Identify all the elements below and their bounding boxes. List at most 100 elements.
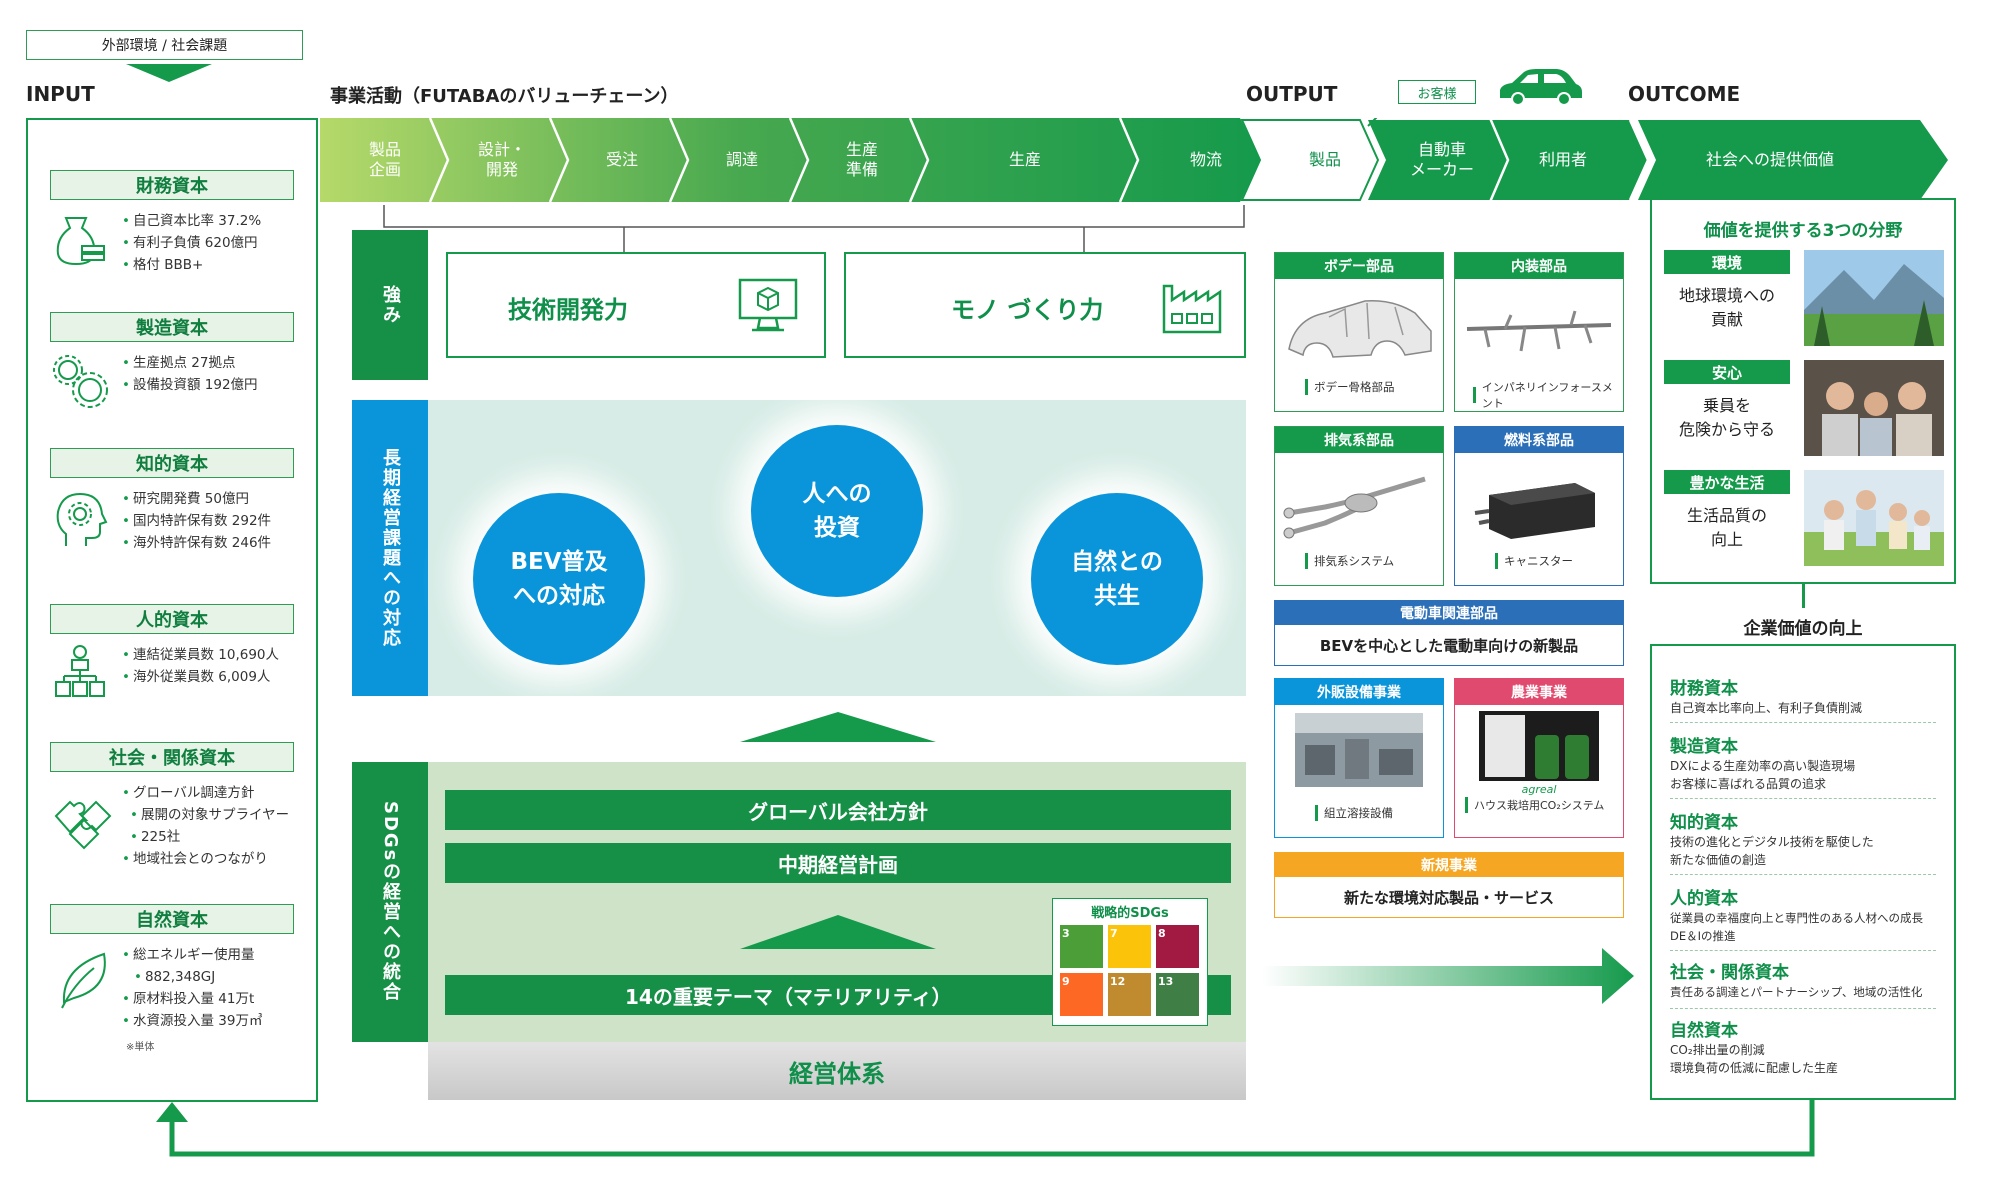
- capital-item: 格付 BBB+: [122, 254, 261, 276]
- capital-item: 展開の対象サプライヤー: [122, 804, 294, 826]
- product-new-business: 新規事業 新たな環境対応製品・サービス: [1274, 852, 1624, 918]
- agreal-logo: agreal: [1521, 783, 1557, 796]
- global-policy-bar: グローバル会社方針: [445, 790, 1231, 830]
- human-investment-circle: 人への 投資: [751, 425, 923, 597]
- factory-icon: [1162, 284, 1222, 334]
- product-ev: 電動車関連部品 BEVを中心とした電動車向けの新製品: [1274, 600, 1624, 666]
- value-fields-title: 価値を提供する3つの分野: [1703, 221, 1903, 241]
- chain-step-design: 設計・ 開発: [477, 140, 526, 179]
- value-item-environment: 環境 地球環境への 貢献: [1664, 250, 1944, 346]
- tech-strength-box: 技術開発力: [446, 252, 826, 358]
- capital-item: 225社: [122, 826, 294, 848]
- outcome-heading: OUTCOME: [1628, 82, 1741, 106]
- product-caption: ボデー骨格部品: [1275, 379, 1443, 395]
- nature-circle: 自然との 共生: [1031, 493, 1203, 665]
- mountain-photo: [1804, 250, 1944, 346]
- value-item-safety: 安心 乗員を 危険から守る: [1664, 360, 1944, 456]
- capital-item: 研究開発費 50億円: [122, 488, 271, 510]
- capital-item: 882,348GJ: [122, 966, 294, 988]
- corp-item-financial: 財務資本 自己資本比率向上、有利子負債削減: [1670, 679, 1863, 715]
- capital-title: 社会・関係資本: [50, 742, 294, 772]
- external-environment-label: 外部環境 / 社会課題: [26, 30, 303, 60]
- capital-natural: 自然資本 総エネルギー使用量 882,348GJ 原材料投入量 41万t 水資源…: [50, 904, 294, 1053]
- product-fuel: 燃料系部品 キャニスター: [1454, 426, 1624, 586]
- corp-value-title: 企業価値の向上: [1743, 619, 1863, 639]
- gears-icon: [53, 355, 108, 408]
- capital-human: 人的資本 連結従業員数 10,690人 海外従業員数 6,009人: [50, 604, 294, 697]
- sdg-goal-8: 8: [1156, 925, 1199, 968]
- chain-step-automaker: 自動車 メーカー: [1409, 140, 1474, 179]
- activity-heading: 事業活動（FUTABAのバリューチェーン）: [330, 86, 679, 107]
- corp-item-human: 人的資本 従業員の幸福度向上と専門性のある人材への成長 DE＆Iの推進: [1670, 889, 1923, 943]
- capital-social: 社会・関係資本 グローバル調達方針 展開の対象サプライヤー 225社 地域社会と…: [50, 742, 294, 867]
- capital-title: 製造資本: [50, 312, 294, 342]
- product-exhaust: 排気系部品 排気系システム: [1274, 426, 1444, 586]
- sdg-goal-7: 7: [1108, 925, 1151, 968]
- strength-bracket: [383, 205, 1245, 253]
- family-in-car-photo: [1804, 360, 1944, 456]
- corp-divider: [1670, 1008, 1936, 1009]
- up-arrow-icon: [740, 712, 936, 742]
- capital-title: 知的資本: [50, 448, 294, 478]
- corp-item-social: 社会・関係資本 責任ある調達とパートナーシップ、地域の活性化: [1670, 963, 1923, 999]
- capital-intellectual: 知的資本 研究開発費 50億円 国内特許保有数 292件 海外特許保有数 246…: [50, 448, 294, 551]
- product-external-equipment: 外販設備事業 組立溶接設備: [1274, 678, 1444, 838]
- chain-step-user: 利用者: [1538, 150, 1587, 169]
- manufacturing-strength-box: モノ づくり力: [844, 252, 1246, 358]
- capital-item: グローバル調達方針: [122, 782, 294, 804]
- capital-title: 自然資本: [50, 904, 294, 934]
- long-term-label: 長期経営課題への対応: [352, 400, 428, 696]
- corp-divider: [1670, 950, 1936, 951]
- manufacturing-strength-text: モノ づくり力: [951, 296, 1104, 324]
- up-arrow-small-icon: [740, 915, 936, 949]
- product-agriculture: 農業事業 agreal ハウス栽培用CO₂システム: [1454, 678, 1624, 838]
- sdg-goal-9: 9: [1060, 973, 1103, 1016]
- chain-step-prep: 生産 準備: [845, 140, 878, 179]
- strategic-sdgs-title: 戦略的SDGs: [1091, 906, 1169, 921]
- car-icon: [1500, 69, 1582, 106]
- head-gear-icon: [56, 492, 108, 546]
- input-heading: INPUT: [26, 82, 95, 106]
- capital-item: 自己資本比率 37.2%: [122, 210, 261, 232]
- customer-tag: お客様: [1398, 80, 1476, 104]
- capital-title: 人的資本: [50, 604, 294, 634]
- exhaust-system-illustration: [1283, 476, 1426, 539]
- chain-step-procure: 調達: [725, 150, 758, 169]
- down-arrow-icon: [126, 64, 212, 82]
- body-frame-illustration: [1288, 300, 1432, 358]
- product-body: ボデー部品 ボデー骨格部品: [1274, 252, 1444, 412]
- product-caption: キャニスター: [1455, 553, 1623, 569]
- strength-label: 強み: [352, 230, 428, 380]
- output-heading: OUTPUT: [1246, 82, 1338, 106]
- capital-item: 連結従業員数 10,690人: [122, 644, 279, 666]
- management-system-base: 経営体系: [428, 1042, 1246, 1100]
- co2-system-photo: [1479, 711, 1599, 781]
- chain-step-logistics: 物流: [1189, 150, 1222, 169]
- leaf-icon: [61, 952, 106, 1009]
- capital-item: 水資源投入量 39万㎥: [122, 1010, 294, 1032]
- sdgs-label: SDGsの経営への統合: [352, 762, 428, 1042]
- capital-item: 海外従業員数 6,009人: [122, 666, 279, 688]
- instrument-panel-illustration: [1466, 310, 1612, 352]
- strategic-sdgs-box: 戦略的SDGs 3 7 8 9 12 13: [1052, 898, 1208, 1026]
- family-outdoor-photo: [1804, 470, 1944, 566]
- connector-line: [1802, 584, 1805, 608]
- canister-illustration: [1474, 483, 1595, 539]
- product-interior: 内装部品 インパネリインフォースメント: [1454, 252, 1624, 412]
- capital-item: 国内特許保有数 292件: [122, 510, 271, 532]
- product-caption: インパネリインフォースメント: [1455, 379, 1623, 411]
- product-caption: 組立溶接設備: [1275, 805, 1443, 821]
- chain-step-product: 製品: [1308, 150, 1341, 169]
- chain-step-order: 受注: [605, 150, 638, 169]
- capital-item: 有利子負債 620億円: [122, 232, 261, 254]
- capital-item: 原材料投入量 41万t: [122, 988, 294, 1010]
- corp-item-manufacturing: 製造資本 DXによる生産効率の高い製造現場 お客様に喜ばれる品質の追求: [1670, 737, 1856, 791]
- sdg-goal-3: 3: [1060, 925, 1103, 968]
- capital-item: 総エネルギー使用量: [122, 944, 294, 966]
- product-caption: 排気系システム: [1275, 553, 1443, 569]
- corp-item-intellectual: 知的資本 技術の進化とデジタル技術を駆使した 新たな価値の創造: [1670, 813, 1874, 867]
- corp-divider: [1670, 798, 1936, 799]
- puzzle-icon: [54, 800, 112, 850]
- corp-divider: [1670, 874, 1936, 875]
- welding-line-photo: [1295, 713, 1423, 787]
